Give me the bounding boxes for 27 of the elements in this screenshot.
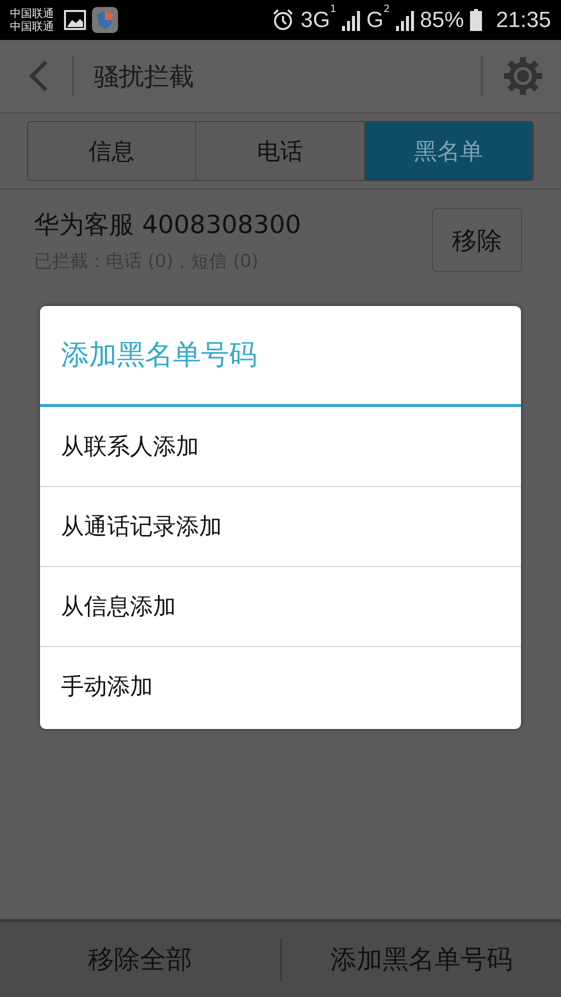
network-type: 3G bbox=[300, 7, 330, 33]
bottom-action-button[interactable]: 移除全部 bbox=[0, 922, 280, 997]
bottom-action-button[interactable]: 添加黑名单号码 bbox=[282, 922, 561, 997]
tab[interactable]: 黑名单 bbox=[364, 122, 533, 180]
settings-icon[interactable] bbox=[503, 56, 543, 96]
sim-number: 1 bbox=[330, 4, 336, 15]
battery-percent: 85% bbox=[420, 7, 464, 33]
contact-name-number: 华为客服 4008308300 bbox=[34, 208, 302, 240]
page-title: 骚扰拦截 bbox=[94, 60, 194, 92]
carrier-name: 中国联通 bbox=[10, 7, 54, 20]
sim-number: 2 bbox=[384, 4, 390, 15]
dialog-title: 添加黑名单号码 bbox=[60, 337, 258, 373]
signal-icon bbox=[342, 9, 360, 31]
alarm-clock-icon bbox=[270, 8, 295, 32]
network-type: G bbox=[366, 7, 384, 33]
menu-item[interactable]: 从联系人添加 bbox=[40, 407, 521, 486]
battery-icon bbox=[470, 9, 482, 31]
carrier-name: 中国联通 bbox=[10, 20, 54, 33]
shield-icon bbox=[92, 7, 118, 33]
image-icon bbox=[64, 10, 86, 30]
remove-button[interactable]: 移除 bbox=[432, 208, 522, 272]
tab[interactable]: 信息 bbox=[28, 122, 196, 180]
menu-item[interactable]: 从通话记录添加 bbox=[40, 487, 521, 566]
clock-time: 21:35 bbox=[496, 7, 551, 33]
menu-item[interactable]: 从信息添加 bbox=[40, 567, 521, 646]
menu-item[interactable]: 手动添加 bbox=[40, 647, 521, 726]
signal-icon bbox=[396, 9, 414, 31]
